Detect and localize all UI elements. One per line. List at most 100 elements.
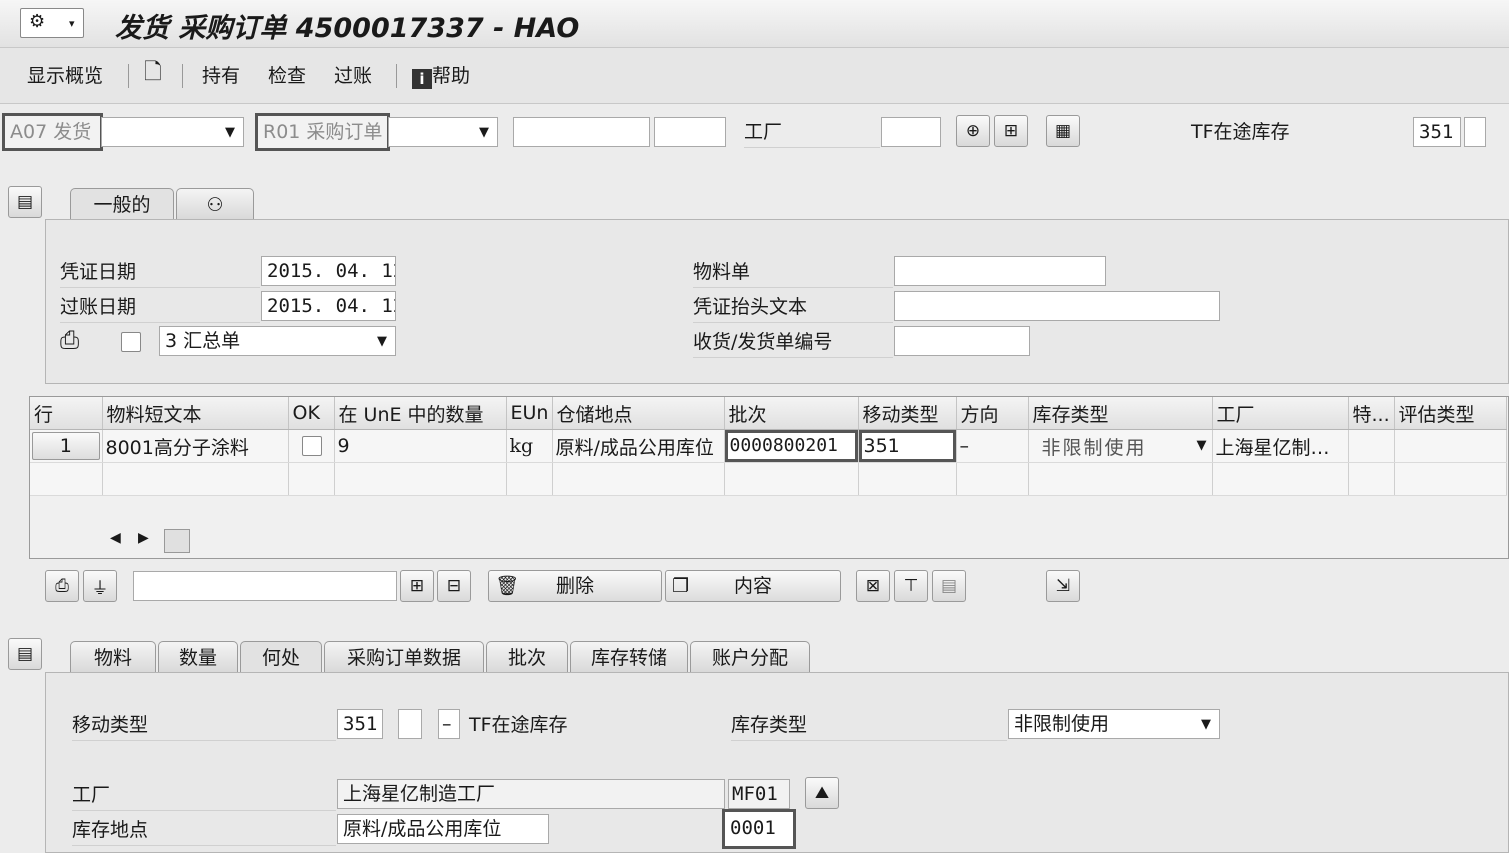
detail-minus-input[interactable]: –: [438, 709, 460, 739]
tab-batch[interactable]: 批次: [486, 641, 568, 673]
po-item-input[interactable]: [654, 117, 726, 147]
batch-cell[interactable]: 0000800201: [724, 429, 859, 463]
ok-checkbox[interactable]: [301, 436, 322, 456]
print-checkbox[interactable]: [121, 332, 141, 352]
new-document-icon[interactable]: 🗋: [144, 58, 162, 88]
transaction-select[interactable]: A07 发货: [2, 113, 103, 151]
label-underline: [72, 740, 336, 741]
execute-icon[interactable]: ⊕: [956, 115, 990, 147]
expand-all-icon[interactable]: ⊠: [856, 570, 890, 602]
expand-header-icon[interactable]: ▤: [8, 186, 42, 218]
filter-icon[interactable]: ⏚: [83, 570, 117, 602]
stock-type-cell[interactable]: 非限制使用 ▼: [1028, 429, 1213, 463]
column-header[interactable]: 行: [30, 397, 103, 430]
header-text-input[interactable]: [894, 291, 1220, 321]
ok-cell[interactable]: [288, 429, 335, 463]
detail-mvt-input[interactable]: 351: [337, 709, 383, 739]
table-row[interactable]: [30, 462, 1507, 496]
column-header[interactable]: 物料短文本: [102, 397, 289, 430]
reference-select[interactable]: R01 采购订单: [255, 113, 390, 151]
special-stock-cell[interactable]: [1348, 429, 1395, 463]
label-underline: [60, 322, 260, 323]
tab-material[interactable]: 物料: [70, 641, 156, 673]
print-option-select[interactable]: 3 汇总单 ▼: [159, 326, 396, 356]
item-search-input[interactable]: [133, 571, 397, 601]
valuation-type-cell[interactable]: [1394, 429, 1507, 463]
detail-sloc-code[interactable]: 0001: [722, 809, 796, 849]
horizontal-scrollbar[interactable]: ◀ ▶: [102, 527, 1506, 555]
quantity-cell[interactable]: 9: [334, 429, 507, 463]
column-header[interactable]: 特...: [1348, 397, 1395, 430]
column-header[interactable]: 方向: [956, 397, 1029, 430]
column-header[interactable]: 工厂: [1212, 397, 1349, 430]
check-button[interactable]: 检查: [268, 61, 306, 91]
label-underline: [72, 845, 336, 846]
column-header[interactable]: 移动类型: [858, 397, 957, 430]
doc-date-input[interactable]: 2015. 04. 12: [261, 256, 396, 286]
export-icon[interactable]: ⇲: [1046, 570, 1080, 602]
hold-button[interactable]: 持有: [202, 61, 240, 91]
post-date-input[interactable]: 2015. 04. 12: [261, 291, 396, 321]
column-header[interactable]: 评估类型: [1394, 397, 1507, 430]
row-selector[interactable]: 1: [30, 429, 103, 463]
column-header[interactable]: 库存类型: [1028, 397, 1213, 430]
find-icon[interactable]: ⊞: [994, 115, 1028, 147]
reference-dropdown[interactable]: ▼: [388, 117, 498, 147]
stack-icon[interactable]: ▤: [932, 570, 966, 602]
tab-general[interactable]: 一般的: [70, 188, 174, 220]
transaction-dropdown[interactable]: ▼: [101, 117, 244, 147]
movement-type-cell[interactable]: 351: [858, 429, 957, 463]
printer-icon[interactable]: ⎙: [60, 326, 79, 354]
table-row[interactable]: 1 8001高分子涂料 9 kg 原料/成品公用库位 0000800201 35…: [30, 429, 1507, 463]
unit-cell[interactable]: kg: [506, 429, 553, 463]
scroll-right-icon[interactable]: ▶: [138, 530, 149, 546]
expand-detail-icon[interactable]: ▤: [8, 638, 42, 670]
tab-account[interactable]: 账户分配: [690, 641, 810, 673]
print-item-icon[interactable]: ⎙: [45, 570, 79, 602]
system-menu-button[interactable]: ⚙ ▾: [20, 8, 84, 38]
scroll-thumb[interactable]: [164, 529, 190, 553]
header-plant-label: 工厂: [744, 121, 783, 143]
po-number-input[interactable]: [513, 117, 650, 147]
plant-cell[interactable]: 上海星亿制造...: [1212, 429, 1349, 463]
column-header[interactable]: 仓储地点: [552, 397, 725, 430]
tab-where[interactable]: 何处: [240, 641, 322, 673]
tab-partner[interactable]: ⚇: [176, 188, 254, 220]
column-header[interactable]: 在 UnE 中的数量: [334, 397, 507, 430]
post-button[interactable]: 过账: [334, 61, 372, 91]
table-header-row: 行 物料短文本 OK 在 UnE 中的数量 EUn 仓储地点 批次 移动类型 方…: [30, 397, 1507, 430]
tab-quantity[interactable]: 数量: [158, 641, 238, 673]
title-bar: ⚙ ▾ 发货 采购订单 4500017337 - HAO: [0, 0, 1509, 48]
show-overview-button[interactable]: 显示概览: [27, 61, 103, 91]
direction-cell[interactable]: –: [956, 429, 1029, 463]
detail-stock-type-select[interactable]: 非限制使用 ▼: [1008, 709, 1220, 739]
address-icon[interactable]: ⛰: [805, 777, 839, 809]
material-slip-input[interactable]: [894, 256, 1106, 286]
column-header[interactable]: 批次: [724, 397, 859, 430]
column-header[interactable]: OK: [288, 397, 335, 430]
trash-icon: 🗑: [495, 575, 520, 597]
label-underline: [693, 322, 893, 323]
scroll-left-icon[interactable]: ◀: [110, 530, 121, 546]
hierarchy-icon[interactable]: ⊤: [894, 570, 928, 602]
tab-po-data[interactable]: 采购订单数据: [324, 641, 484, 673]
column-header[interactable]: EUn: [506, 397, 553, 430]
movement-indicator-input[interactable]: [1464, 117, 1486, 147]
movement-type-input[interactable]: 351: [1413, 117, 1461, 147]
contents-button[interactable]: ❐ 内容: [665, 570, 841, 602]
find-next-icon[interactable]: ⊟: [437, 570, 471, 602]
detail-plant-label: 工厂: [72, 784, 111, 806]
find-icon[interactable]: ⊞: [400, 570, 434, 602]
tab-transfer[interactable]: 库存转储: [570, 641, 688, 673]
chevron-down-icon: ▼: [479, 125, 489, 140]
label-underline: [731, 740, 1007, 741]
material-cell[interactable]: 8001高分子涂料: [102, 429, 289, 463]
header-plant-input[interactable]: [881, 117, 941, 147]
delete-button[interactable]: 🗑 删除: [488, 570, 662, 602]
help-button[interactable]: i 帮助: [412, 61, 470, 91]
chevron-down-icon: ▼: [1196, 438, 1207, 453]
detail-mvt-ext-input[interactable]: [398, 709, 422, 739]
table-settings-icon[interactable]: ▦: [1046, 115, 1080, 147]
bill-of-lading-input[interactable]: [894, 326, 1030, 356]
storage-cell[interactable]: 原料/成品公用库位: [552, 429, 725, 463]
